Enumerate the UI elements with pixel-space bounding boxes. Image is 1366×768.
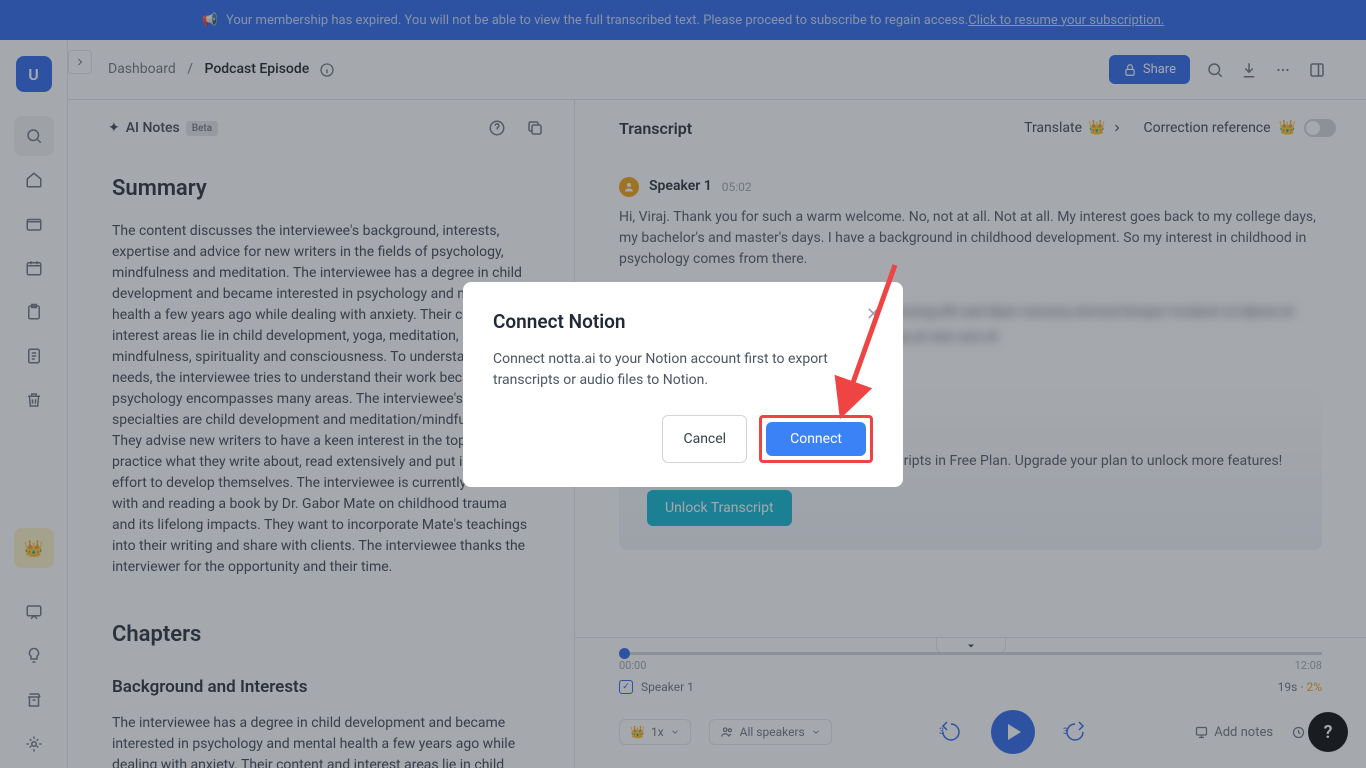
modal-body: Connect notta.ai to your Notion account … (493, 349, 873, 391)
connect-notion-modal: ✕ Connect Notion Connect notta.ai to you… (463, 282, 903, 487)
connect-highlight: Connect (759, 415, 873, 463)
modal-overlay[interactable]: ✕ Connect Notion Connect notta.ai to you… (0, 0, 1366, 768)
modal-title: Connect Notion (493, 310, 873, 333)
cancel-button[interactable]: Cancel (662, 415, 747, 463)
connect-button[interactable]: Connect (766, 422, 866, 456)
close-icon[interactable]: ✕ (866, 304, 881, 325)
